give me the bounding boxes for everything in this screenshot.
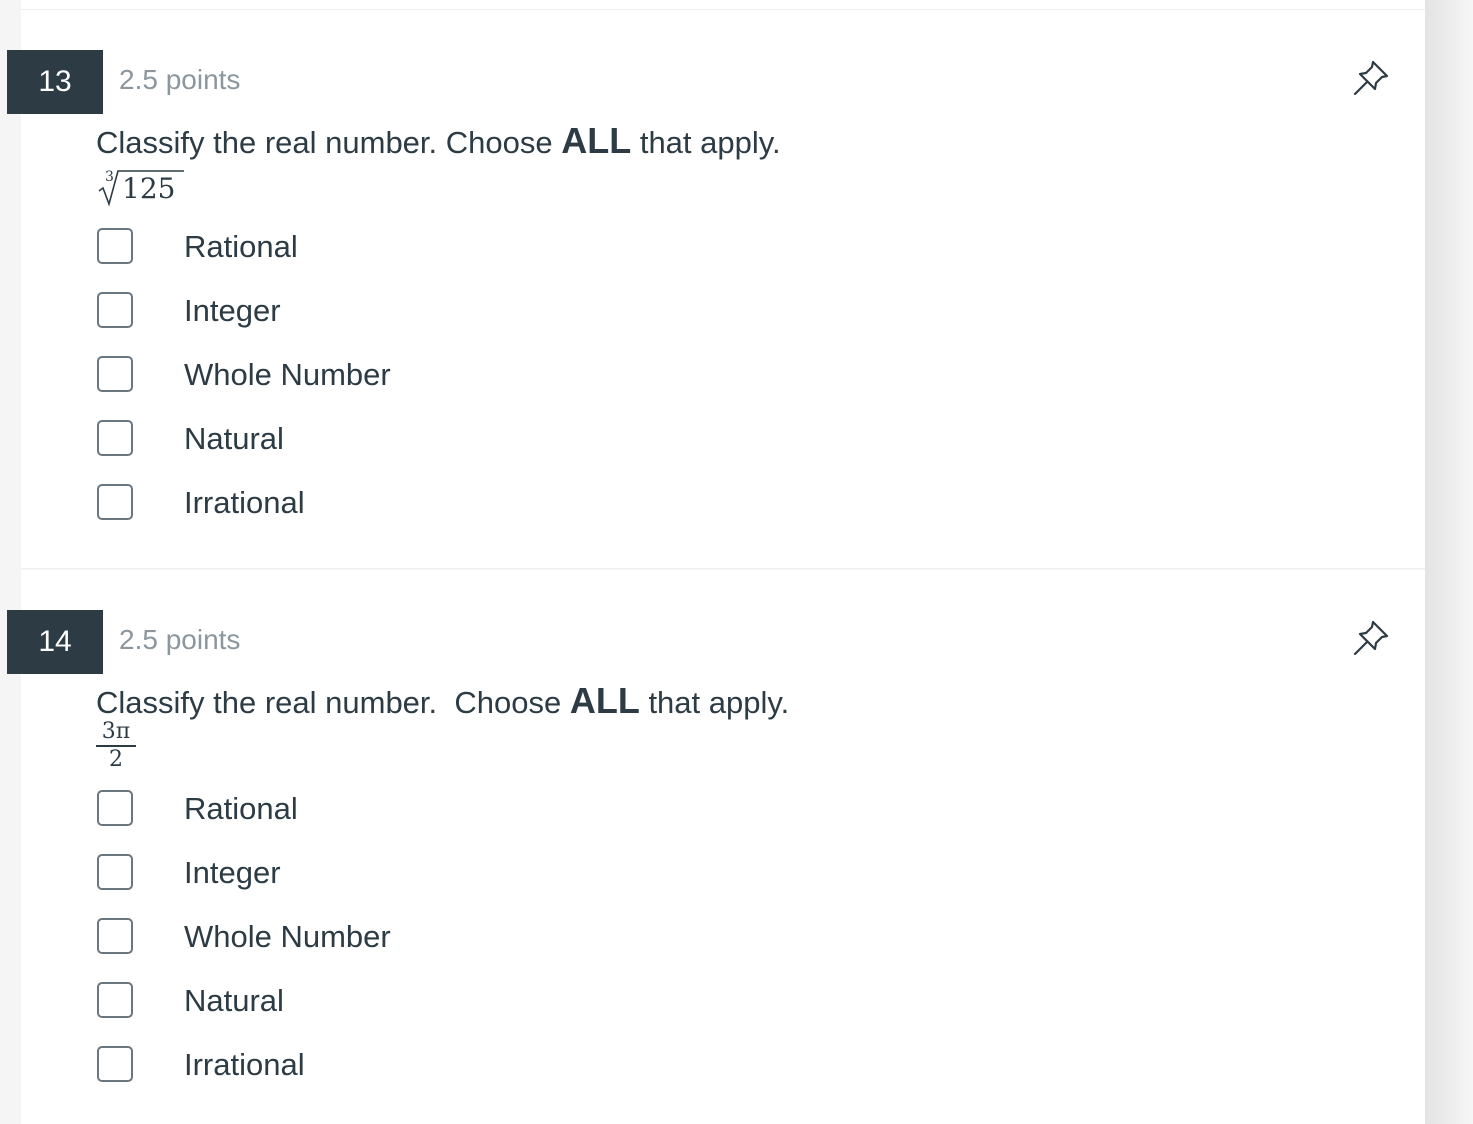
- option-rational[interactable]: Rational: [97, 790, 597, 854]
- option-label: Natural: [184, 983, 284, 1018]
- quiz-page: 13 2.5 points Classify the real number. …: [0, 0, 1473, 1124]
- fraction-denominator: 2: [109, 746, 123, 772]
- answer-options: Rational Integer Whole Number Natural Ir…: [97, 790, 597, 1110]
- option-checkbox[interactable]: [97, 790, 137, 830]
- option-checkbox[interactable]: [97, 484, 137, 524]
- option-label: Whole Number: [184, 919, 391, 954]
- option-natural[interactable]: Natural: [97, 982, 597, 1046]
- prompt-text-start: Classify the real number. Choose: [96, 125, 562, 160]
- question-prompt: Classify the real number. Choose ALL tha…: [96, 680, 789, 722]
- option-irrational[interactable]: Irrational: [97, 484, 597, 548]
- option-label: Irrational: [184, 485, 305, 520]
- prompt-text-start: Classify the real number. Choose: [96, 685, 570, 720]
- option-label: Integer: [184, 855, 281, 890]
- prompt-emphasis: ALL: [561, 120, 632, 161]
- prompt-text-end: that apply.: [631, 125, 781, 160]
- option-checkbox[interactable]: [97, 356, 137, 396]
- root-index: 3: [105, 169, 114, 185]
- question-card-14: 14 2.5 points Classify the real number. …: [7, 570, 1425, 1124]
- option-whole-number[interactable]: Whole Number: [97, 918, 597, 982]
- answer-options: Rational Integer Whole Number Natural Ir…: [97, 228, 597, 548]
- option-checkbox[interactable]: [97, 1046, 137, 1086]
- option-whole-number[interactable]: Whole Number: [97, 356, 597, 420]
- question-prompt: Classify the real number. Choose ALL tha…: [96, 120, 781, 162]
- option-natural[interactable]: Natural: [97, 420, 597, 484]
- option-checkbox[interactable]: [97, 854, 137, 894]
- question-points: 2.5 points: [119, 624, 241, 655]
- question-number: 14: [7, 610, 103, 674]
- option-label: Rational: [184, 229, 298, 264]
- option-label: Natural: [184, 421, 284, 456]
- option-label: Whole Number: [184, 357, 391, 392]
- question-card-13: 13 2.5 points Classify the real number. …: [7, 10, 1425, 569]
- radicand: 125: [122, 172, 175, 205]
- pin-icon[interactable]: [1351, 58, 1391, 98]
- option-integer[interactable]: Integer: [97, 292, 597, 356]
- question-number: 13: [7, 50, 103, 114]
- option-label: Irrational: [184, 1047, 305, 1082]
- option-checkbox[interactable]: [97, 982, 137, 1022]
- option-label: Integer: [184, 293, 281, 328]
- option-checkbox[interactable]: [97, 420, 137, 460]
- page-scroll-gutter: [1425, 0, 1473, 1124]
- previous-question-card: [21, 0, 1425, 10]
- fraction-expression: 3π 2: [96, 720, 136, 772]
- cube-root-expression: 3 125: [96, 168, 196, 208]
- prompt-text-end: that apply.: [639, 685, 790, 720]
- pin-icon[interactable]: [1351, 618, 1391, 658]
- option-rational[interactable]: Rational: [97, 228, 597, 292]
- fraction-numerator: 3π: [101, 719, 131, 744]
- option-label: Rational: [184, 791, 298, 826]
- option-checkbox[interactable]: [97, 918, 137, 958]
- prompt-emphasis: ALL: [569, 680, 640, 721]
- option-integer[interactable]: Integer: [97, 854, 597, 918]
- option-irrational[interactable]: Irrational: [97, 1046, 597, 1110]
- option-checkbox[interactable]: [97, 292, 137, 332]
- question-points: 2.5 points: [119, 64, 241, 95]
- option-checkbox[interactable]: [97, 228, 137, 268]
